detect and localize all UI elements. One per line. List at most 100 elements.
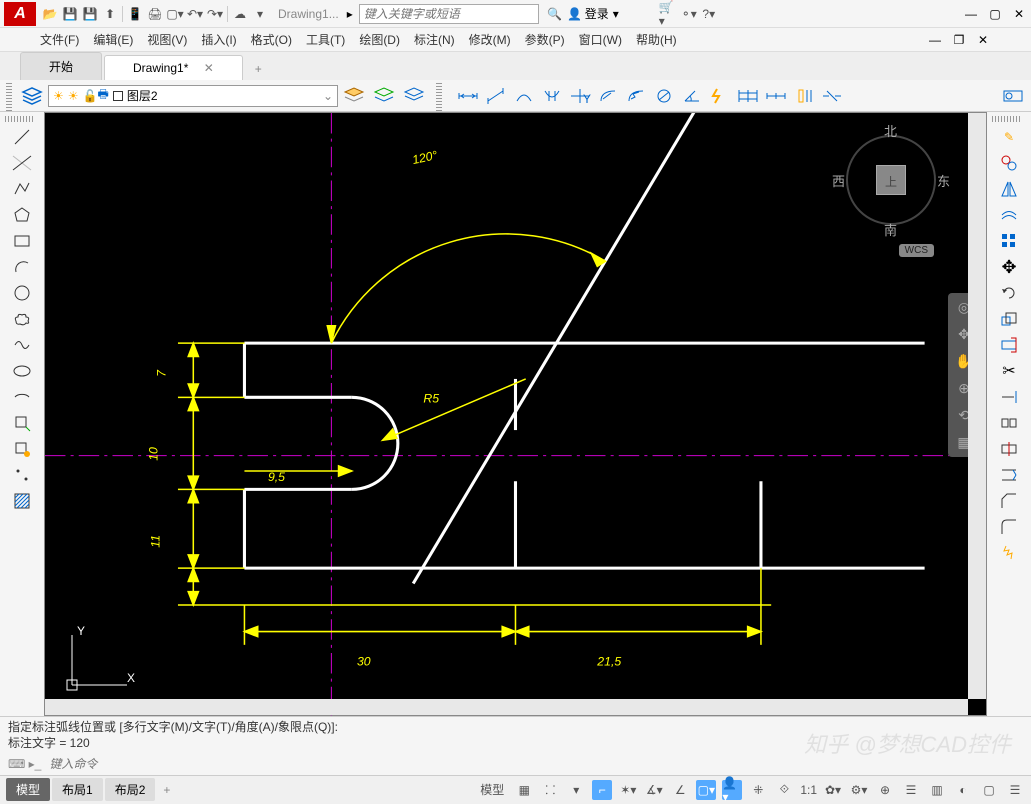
menu-view[interactable]: 视图(V) bbox=[147, 31, 187, 48]
hatch-tool[interactable] bbox=[8, 490, 36, 512]
osnap-toggle-icon[interactable]: ▢▾ bbox=[696, 780, 716, 800]
customize-icon[interactable]: ☰ bbox=[1005, 780, 1025, 800]
menu-tools[interactable]: 工具(T) bbox=[306, 31, 345, 48]
arc-tool[interactable] bbox=[8, 256, 36, 278]
grid-toggle-icon[interactable]: ▦ bbox=[514, 780, 534, 800]
fillet-tool[interactable] bbox=[995, 516, 1023, 538]
toolbar-grip[interactable] bbox=[6, 81, 12, 111]
export-icon[interactable]: ⬆ bbox=[100, 4, 120, 24]
drawing-canvas[interactable]: 120° R5 7 10 11 9,5 30 21,5 YX 上 北 南 东 西… bbox=[44, 112, 987, 716]
ellipse-tool[interactable] bbox=[8, 360, 36, 382]
trim-tool[interactable]: ✂ bbox=[995, 360, 1023, 382]
rectangle-tool[interactable] bbox=[8, 230, 36, 252]
saveas-icon[interactable]: 💾 bbox=[80, 4, 100, 24]
qprop-icon[interactable]: ▥ bbox=[927, 780, 947, 800]
ortho-toggle-icon[interactable]: ⌐ bbox=[592, 780, 612, 800]
save-icon[interactable]: 💾 bbox=[60, 4, 80, 24]
menu-help[interactable]: 帮助(H) bbox=[636, 31, 677, 48]
compass-west[interactable]: 西 bbox=[832, 171, 845, 190]
wcs-badge[interactable]: WCS bbox=[899, 244, 934, 257]
login-link[interactable]: 登录 bbox=[585, 5, 609, 22]
dim-jogged-icon[interactable] bbox=[624, 84, 648, 108]
xline-tool[interactable] bbox=[8, 152, 36, 174]
horizontal-scrollbar[interactable] bbox=[45, 699, 968, 715]
open-icon[interactable]: 📂 bbox=[40, 4, 60, 24]
point-tool[interactable] bbox=[8, 464, 36, 486]
lwt-toggle-icon[interactable]: 👤▾ bbox=[722, 780, 742, 800]
tab-drawing1[interactable]: Drawing1* ✕ bbox=[104, 55, 243, 80]
viewcube-top[interactable]: 上 bbox=[876, 165, 906, 195]
polyline-tool[interactable] bbox=[8, 178, 36, 200]
annoscale-icon[interactable]: ✿▾ bbox=[823, 780, 843, 800]
dim-linear-icon[interactable] bbox=[456, 84, 480, 108]
status-tab-model[interactable]: 模型 bbox=[6, 778, 50, 801]
insert-block-tool[interactable] bbox=[8, 412, 36, 434]
spline-tool[interactable] bbox=[8, 334, 36, 356]
toolbar-grip-2[interactable] bbox=[436, 81, 442, 111]
transparency-icon[interactable]: ⁜ bbox=[748, 780, 768, 800]
doc-minimize-button[interactable]: — bbox=[927, 32, 943, 48]
revcloud-tool[interactable] bbox=[8, 308, 36, 330]
explode-tool[interactable] bbox=[995, 542, 1023, 564]
dim-continue-icon[interactable] bbox=[764, 84, 788, 108]
make-block-tool[interactable] bbox=[8, 438, 36, 460]
layer-combo[interactable]: ☀ ☀ 🔓 🖶 图层2 ⌄ bbox=[48, 85, 338, 107]
menu-format[interactable]: 格式(O) bbox=[251, 31, 292, 48]
array-tool[interactable] bbox=[995, 230, 1023, 252]
status-tab-layout2[interactable]: 布局2 bbox=[105, 778, 156, 801]
user-icon[interactable]: 👤 bbox=[565, 4, 585, 24]
dim-angular-icon[interactable] bbox=[680, 84, 704, 108]
menu-draw[interactable]: 绘图(D) bbox=[359, 31, 400, 48]
search-input[interactable] bbox=[359, 4, 539, 24]
dim-diameter-icon[interactable] bbox=[652, 84, 676, 108]
otrack-toggle-icon[interactable]: ∠ bbox=[670, 780, 690, 800]
dim-baseline-icon[interactable] bbox=[736, 84, 760, 108]
more-icon[interactable]: ▾ bbox=[250, 4, 270, 24]
status-tab-layout1[interactable]: 布局1 bbox=[52, 778, 103, 801]
dim-tolerance-icon[interactable] bbox=[1001, 84, 1025, 108]
compass-east[interactable]: 东 bbox=[937, 171, 950, 190]
chamfer-tool[interactable] bbox=[995, 490, 1023, 512]
copy-tool[interactable] bbox=[995, 152, 1023, 174]
dim-coord-icon[interactable]: Y bbox=[568, 84, 592, 108]
dim-ordinate-icon[interactable] bbox=[540, 84, 564, 108]
dim-arc-icon[interactable] bbox=[512, 84, 536, 108]
layer-match-icon[interactable] bbox=[400, 83, 428, 109]
dim-aligned-icon[interactable] bbox=[484, 84, 508, 108]
join-tool[interactable] bbox=[995, 464, 1023, 486]
snap-toggle-icon[interactable]: ⸬ bbox=[540, 780, 560, 800]
dim-quick-icon[interactable] bbox=[708, 84, 732, 108]
doc-close-button[interactable]: ✕ bbox=[975, 32, 991, 48]
add-tab-button[interactable]: + bbox=[245, 58, 272, 80]
close-button[interactable]: ✕ bbox=[1011, 6, 1027, 22]
minimize-button[interactable]: — bbox=[963, 6, 979, 22]
maximize-button[interactable]: ▢ bbox=[987, 6, 1003, 22]
cart-icon[interactable]: 🛒▾ bbox=[659, 4, 679, 24]
move-tool[interactable]: ✥ bbox=[995, 256, 1023, 278]
menu-file[interactable]: 文件(F) bbox=[40, 31, 79, 48]
tab-start[interactable]: 开始 bbox=[20, 52, 102, 80]
menu-modify[interactable]: 修改(M) bbox=[469, 31, 511, 48]
stretch-tool[interactable] bbox=[995, 334, 1023, 356]
menu-window[interactable]: 窗口(W) bbox=[579, 31, 622, 48]
units-icon[interactable]: ☰ bbox=[901, 780, 921, 800]
circle-tool[interactable] bbox=[8, 282, 36, 304]
extend-tool[interactable] bbox=[995, 386, 1023, 408]
cleanscreen-icon[interactable]: ▢ bbox=[979, 780, 999, 800]
menu-param[interactable]: 参数(P) bbox=[525, 31, 565, 48]
iso-toggle-icon[interactable]: ∡▾ bbox=[644, 780, 664, 800]
polar-toggle-icon[interactable]: ✶▾ bbox=[618, 780, 638, 800]
ellipse-arc-tool[interactable] bbox=[8, 386, 36, 408]
cycling-icon[interactable]: ⟐ bbox=[774, 780, 794, 800]
binoculars-icon[interactable]: 🔍 bbox=[545, 4, 565, 24]
toolbar-grip-left[interactable] bbox=[5, 116, 35, 122]
layer-properties-icon[interactable] bbox=[18, 83, 46, 109]
layer-iso-icon[interactable] bbox=[370, 83, 398, 109]
infer-toggle-icon[interactable]: ▾ bbox=[566, 780, 586, 800]
mobile-icon[interactable]: 📱 bbox=[125, 4, 145, 24]
dim-space-icon[interactable] bbox=[792, 84, 816, 108]
dim-break-icon[interactable] bbox=[820, 84, 844, 108]
menu-dim[interactable]: 标注(N) bbox=[414, 31, 455, 48]
app-logo[interactable]: A bbox=[4, 2, 36, 26]
scale-label[interactable]: 1:1 bbox=[800, 780, 817, 800]
